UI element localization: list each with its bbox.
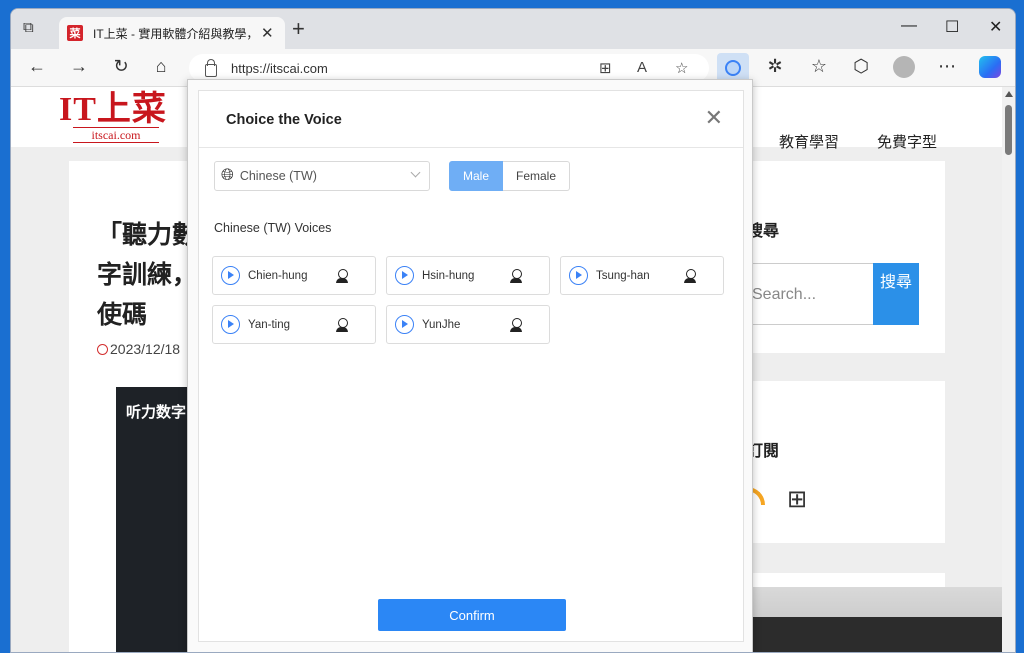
dialog-header: Choice the Voice ✕ <box>199 91 743 148</box>
female-button[interactable]: Female <box>503 161 570 191</box>
play-icon[interactable] <box>221 266 240 285</box>
refresh-icon[interactable]: ↻ <box>109 56 133 77</box>
voice-name: Tsung-han <box>596 269 650 282</box>
play-icon[interactable] <box>395 315 414 334</box>
voice-item-tsung-han[interactable]: Tsung-han <box>560 256 724 295</box>
male-person-icon <box>510 317 522 332</box>
new-tab-button[interactable]: + <box>292 18 305 40</box>
sidebar-search-button[interactable]: 搜尋 <box>873 263 919 325</box>
collections-icon[interactable]: ⬡ <box>849 56 873 77</box>
language-select-value: Chinese (TW) <box>239 169 317 183</box>
chevron-down-icon <box>410 167 421 178</box>
voice-name: YunJhe <box>422 318 461 331</box>
tab-actions-icon[interactable]: ⧉ <box>23 19 43 39</box>
voice-name: Hsin-hung <box>422 269 475 282</box>
article-date: 2023/12/18 <box>97 341 180 357</box>
page-scrollbar[interactable] <box>1002 87 1015 652</box>
voice-item-chien-hung[interactable]: Chien-hung <box>212 256 376 295</box>
lock-icon <box>205 58 217 77</box>
voice-dialog: Choice the Voice ✕ 🌐︎ Chinese (TW) Male … <box>198 90 744 642</box>
favorite-star-icon[interactable]: ☆ <box>675 59 688 77</box>
date-text: 2023/12/18 <box>110 341 181 357</box>
url-text[interactable]: https://itscai.com <box>231 61 328 76</box>
confirm-button[interactable]: Confirm <box>378 599 566 631</box>
profile-avatar[interactable] <box>893 56 915 78</box>
read-aloud-icon[interactable]: A <box>637 59 647 76</box>
male-person-icon <box>684 268 696 283</box>
tab-close-icon[interactable]: ✕ <box>261 24 274 42</box>
voice-name: Chien-hung <box>248 269 308 282</box>
close-icon[interactable]: ✕ <box>705 105 723 131</box>
tab-title: IT上菜 - 實用軟體介紹與教學， <box>93 26 253 41</box>
forward-arrow-icon[interactable]: → <box>67 56 91 77</box>
globe-icon: 🌐︎ <box>221 167 234 184</box>
logo-main-text: IT上菜 <box>59 91 167 128</box>
male-button[interactable]: Male <box>449 161 503 191</box>
tab-strip: ⧉ 菜 IT上菜 - 實用軟體介紹與教學， ✕ + — ☐ ✕ <box>11 9 1015 49</box>
laptop-image-dark <box>731 617 1004 652</box>
browser-tab[interactable]: 菜 IT上菜 - 實用軟體介紹與教學， ✕ <box>59 17 285 49</box>
sidebar-search-input[interactable]: Search... <box>747 263 875 325</box>
copilot-icon[interactable] <box>979 56 1001 78</box>
voices-section-label: Chinese (TW) Voices <box>214 221 332 235</box>
minimize-button[interactable]: — <box>901 17 917 35</box>
play-icon[interactable] <box>221 315 240 334</box>
browser-window: ⧉ 菜 IT上菜 - 實用軟體介紹與教學， ✕ + — ☐ ✕ ← → ↻ ⌂ … <box>10 8 1016 653</box>
site-logo[interactable]: IT上菜 itscai.com <box>59 93 173 143</box>
more-menu-icon[interactable]: ⋯ <box>935 56 959 77</box>
back-arrow-icon[interactable]: ← <box>25 56 49 77</box>
extension-popup: Choice the Voice ✕ 🌐︎ Chinese (TW) Male … <box>187 79 753 652</box>
play-icon[interactable] <box>395 266 414 285</box>
male-person-icon <box>336 268 348 283</box>
voice-name: Yan-ting <box>248 318 290 331</box>
nav-item-education[interactable]: 教育學習 <box>779 131 839 152</box>
scroll-thumb[interactable] <box>1005 105 1012 155</box>
voice-item-yan-ting[interactable]: Yan-ting <box>212 305 376 344</box>
scroll-up-icon[interactable] <box>1005 91 1013 97</box>
add-to-apps-icon[interactable]: ⊞ <box>787 485 807 514</box>
site-favicon-icon: 菜 <box>67 25 83 41</box>
clock-icon <box>97 343 108 355</box>
voice-item-yunjhe[interactable]: YunJhe <box>386 305 550 344</box>
nav-item-fonts[interactable]: 免費字型 <box>877 131 937 152</box>
gender-toggle: Male Female <box>449 161 570 191</box>
voice-item-hsin-hung[interactable]: Hsin-hung <box>386 256 550 295</box>
extensions-puzzle-icon[interactable]: ✲ <box>763 56 787 77</box>
maximize-button[interactable]: ☐ <box>945 17 959 37</box>
home-icon[interactable]: ⌂ <box>149 56 173 77</box>
app-available-icon[interactable]: ⊞ <box>599 59 612 77</box>
window-close-button[interactable]: ✕ <box>989 17 1002 37</box>
dialog-title: Choice the Voice <box>226 112 342 128</box>
play-icon[interactable] <box>569 266 588 285</box>
favorites-icon[interactable]: ☆ <box>807 56 831 77</box>
language-select[interactable]: 🌐︎ Chinese (TW) <box>214 161 430 191</box>
hero-text: 听力数字 <box>126 404 187 421</box>
male-person-icon <box>336 317 348 332</box>
logo-sub-text: itscai.com <box>73 127 159 143</box>
male-person-icon <box>510 268 522 283</box>
address-bar[interactable]: https://itscai.com ⊞ A ☆ <box>189 54 709 82</box>
